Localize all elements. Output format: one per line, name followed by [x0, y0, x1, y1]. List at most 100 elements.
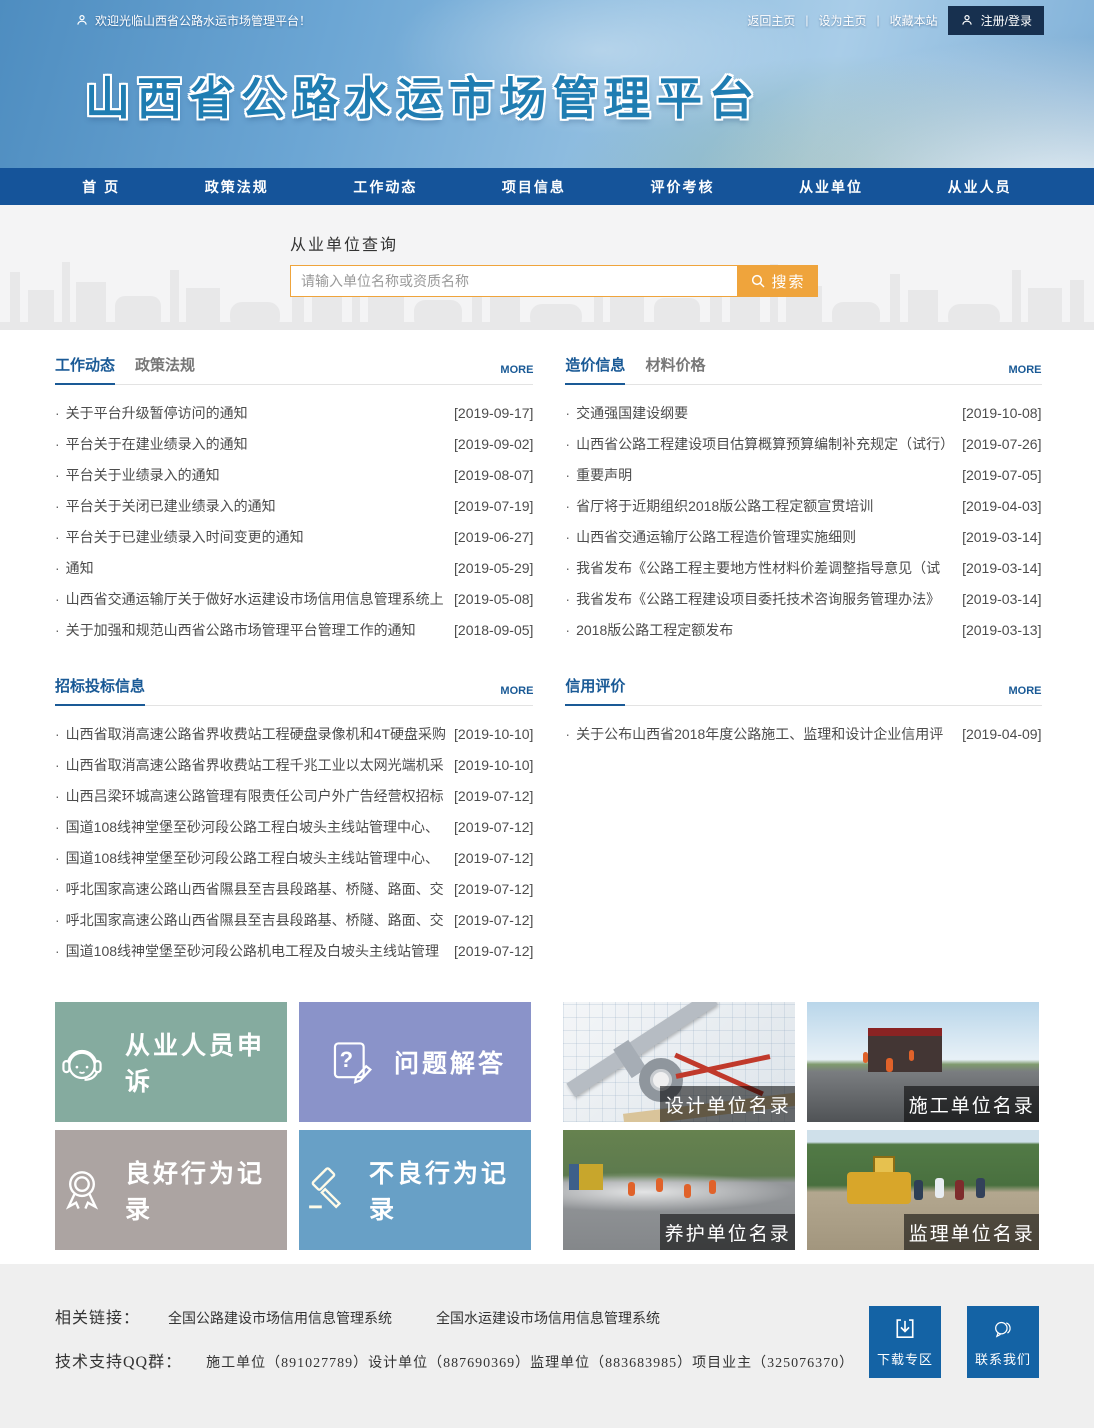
- link-set-home[interactable]: 设为主页: [817, 12, 869, 29]
- nav-item-companies[interactable]: 从业单位: [789, 177, 873, 197]
- news-title[interactable]: 我省发布《公路工程建设项目委托技术咨询服务管理办法》: [576, 589, 954, 609]
- link-return-home[interactable]: 返回主页: [745, 12, 797, 29]
- tab-cost-info[interactable]: 造价信息: [565, 354, 625, 385]
- news-title[interactable]: 关于加强和规范山西省公路市场管理平台管理工作的通知: [66, 620, 446, 640]
- news-title[interactable]: 国道108线神堂堡至砂河段公路工程白坡头主线站管理中心、: [66, 817, 446, 837]
- news-title[interactable]: 平台关于在建业绩录入的通知: [66, 434, 446, 454]
- news-list-item[interactable]: · 山西省公路工程建设项目估算概算预算编制补充规定（试行） [2019-07-2…: [565, 428, 1041, 459]
- news-list-item[interactable]: · 省厅将于近期组织2018版公路工程定额宣贯培训 [2019-04-03]: [565, 490, 1041, 521]
- news-list-item[interactable]: · 我省发布《公路工程建设项目委托技术咨询服务管理办法》 [2019-03-14…: [565, 583, 1041, 614]
- news-date: [2019-04-03]: [962, 498, 1041, 514]
- news-list-item[interactable]: · 呼北国家高速公路山西省隰县至吉县段路基、桥隧、路面、交 [2019-07-1…: [55, 873, 533, 904]
- bad-behavior-button[interactable]: 不良行为记录: [299, 1130, 531, 1250]
- news-title[interactable]: 通知: [66, 558, 446, 578]
- news-list-item[interactable]: · 我省发布《公路工程主要地方性材料价差调整指导意见（试 [2019-03-14…: [565, 552, 1041, 583]
- more-link[interactable]: MORE: [1009, 685, 1042, 705]
- news-list-item[interactable]: · 国道108线神堂堡至砂河段公路工程白坡头主线站管理中心、 [2019-07-…: [55, 811, 533, 842]
- bullet-icon: ·: [55, 757, 60, 773]
- link-bookmark[interactable]: 收藏本站: [888, 12, 940, 29]
- more-link[interactable]: MORE: [500, 685, 533, 705]
- news-title[interactable]: 关于公布山西省2018年度公路施工、监理和设计企业信用评: [576, 724, 954, 744]
- news-title[interactable]: 我省发布《公路工程主要地方性材料价差调整指导意见（试: [576, 558, 954, 578]
- news-list-item[interactable]: · 山西省交通运输厅公路工程造价管理实施细则 [2019-03-14]: [565, 521, 1041, 552]
- tab-credit-evaluation[interactable]: 信用评价: [565, 675, 625, 706]
- more-link[interactable]: MORE: [1009, 364, 1042, 384]
- news-list-item[interactable]: · 交通强国建设纲要 [2019-10-08]: [565, 397, 1041, 428]
- bullet-icon: ·: [55, 405, 60, 421]
- nav-item-projects[interactable]: 项目信息: [492, 177, 576, 197]
- directory-maintenance-units[interactable]: 养护单位名录: [563, 1130, 795, 1250]
- news-title[interactable]: 重要声明: [576, 465, 954, 485]
- personnel-appeal-button[interactable]: 从业人员申诉: [55, 1002, 287, 1122]
- bullet-icon: ·: [565, 560, 570, 576]
- bullet-icon: ·: [55, 529, 60, 545]
- news-list-item[interactable]: · 关于平台升级暂停访问的通知 [2019-09-17]: [55, 397, 533, 428]
- news-list-item[interactable]: · 平台关于业绩录入的通知 [2019-08-07]: [55, 459, 533, 490]
- news-title[interactable]: 2018版公路工程定额发布: [576, 620, 954, 640]
- news-list-item[interactable]: · 2018版公路工程定额发布 [2019-03-13]: [565, 614, 1041, 645]
- tab-work-news[interactable]: 工作动态: [55, 354, 115, 385]
- search-input[interactable]: [290, 265, 738, 297]
- directory-supervision-units[interactable]: 监理单位名录: [807, 1130, 1039, 1250]
- news-title[interactable]: 关于平台升级暂停访问的通知: [66, 403, 446, 423]
- tab-bidding-info[interactable]: 招标投标信息: [55, 675, 145, 706]
- bullet-icon: ·: [55, 467, 60, 483]
- contact-us-button[interactable]: 联系我们: [967, 1306, 1039, 1378]
- chat-bubbles-icon: [990, 1316, 1016, 1342]
- news-title[interactable]: 平台关于已建业绩录入时间变更的通知: [66, 527, 446, 547]
- news-date: [2019-10-10]: [454, 726, 533, 742]
- directory-construction-units[interactable]: 施工单位名录: [807, 1002, 1039, 1122]
- nav-item-personnel[interactable]: 从业人员: [938, 177, 1022, 197]
- download-zone-button[interactable]: 下载专区: [869, 1306, 941, 1378]
- news-list-item[interactable]: · 山西吕梁环城高速公路管理有限责任公司户外广告经营权招标 [2019-07-1…: [55, 780, 533, 811]
- nav-item-evaluation[interactable]: 评价考核: [640, 177, 724, 197]
- news-title[interactable]: 国道108线神堂堡至砂河段公路工程白坡头主线站管理中心、: [66, 848, 446, 868]
- news-title[interactable]: 呼北国家高速公路山西省隰县至吉县段路基、桥隧、路面、交: [66, 910, 446, 930]
- tab-policies[interactable]: 政策法规: [135, 354, 195, 384]
- news-date: [2019-07-12]: [454, 912, 533, 928]
- news-title[interactable]: 平台关于关闭已建业绩录入的通知: [66, 496, 446, 516]
- nav-item-work-news[interactable]: 工作动态: [343, 177, 427, 197]
- link-national-waterway-credit-system[interactable]: 全国水运建设市场信用信息管理系统: [436, 1308, 660, 1328]
- news-list-item[interactable]: · 山西省取消高速公路省界收费站工程千兆工业以太网光端机采 [2019-10-1…: [55, 749, 533, 780]
- news-list-item[interactable]: · 呼北国家高速公路山西省隰县至吉县段路基、桥隧、路面、交 [2019-07-1…: [55, 904, 533, 935]
- news-list-item[interactable]: · 重要声明 [2019-07-05]: [565, 459, 1041, 490]
- header-banner: 欢迎光临山西省公路水运市场管理平台！ 返回主页| 设为主页| 收藏本站 注册/登…: [0, 0, 1094, 168]
- news-title[interactable]: 省厅将于近期组织2018版公路工程定额宣贯培训: [576, 496, 954, 516]
- news-list-item[interactable]: · 平台关于关闭已建业绩录入的通知 [2019-07-19]: [55, 490, 533, 521]
- more-link[interactable]: MORE: [500, 364, 533, 384]
- bullet-icon: ·: [55, 881, 60, 897]
- news-date: [2019-07-12]: [454, 881, 533, 897]
- good-behavior-button[interactable]: 良好行为记录: [55, 1130, 287, 1250]
- news-title[interactable]: 交通强国建设纲要: [576, 403, 954, 423]
- news-list-item[interactable]: · 平台关于已建业绩录入时间变更的通知 [2019-06-27]: [55, 521, 533, 552]
- news-list-item[interactable]: · 山西省取消高速公路省界收费站工程硬盘录像机和4T硬盘采购 [2019-10-…: [55, 718, 533, 749]
- news-title[interactable]: 山西省交通运输厅公路工程造价管理实施细则: [576, 527, 954, 547]
- news-list-item[interactable]: · 平台关于在建业绩录入的通知 [2019-09-02]: [55, 428, 533, 459]
- news-title[interactable]: 国道108线神堂堡至砂河段公路机电工程及白坡头主线站管理: [66, 941, 446, 961]
- news-title[interactable]: 山西省公路工程建设项目估算概算预算编制补充规定（试行）: [576, 434, 954, 454]
- worker-shape: [863, 1052, 868, 1063]
- news-list-item[interactable]: · 国道108线神堂堡至砂河段公路工程白坡头主线站管理中心、 [2019-07-…: [55, 842, 533, 873]
- search-button[interactable]: 搜索: [738, 265, 818, 297]
- news-list-item[interactable]: · 国道108线神堂堡至砂河段公路机电工程及白坡头主线站管理 [2019-07-…: [55, 935, 533, 966]
- question-answer-button[interactable]: ? 问题解答: [299, 1002, 531, 1122]
- bullet-icon: ·: [565, 498, 570, 514]
- link-national-highway-credit-system[interactable]: 全国公路建设市场信用信息管理系统: [168, 1308, 392, 1328]
- news-list-item[interactable]: · 关于加强和规范山西省公路市场管理平台管理工作的通知 [2018-09-05]: [55, 614, 533, 645]
- tab-material-prices[interactable]: 材料价格: [645, 354, 705, 384]
- directory-design-units[interactable]: 设计单位名录: [563, 1002, 795, 1122]
- nav-item-policies[interactable]: 政策法规: [195, 177, 279, 197]
- news-title[interactable]: 平台关于业绩录入的通知: [66, 465, 446, 485]
- news-list-item[interactable]: · 通知 [2019-05-29]: [55, 552, 533, 583]
- register-login-button[interactable]: 注册/登录: [948, 6, 1044, 35]
- news-title[interactable]: 山西吕梁环城高速公路管理有限责任公司户外广告经营权招标: [66, 786, 446, 806]
- question-pencil-icon: ?: [324, 1035, 378, 1089]
- news-title[interactable]: 山西省取消高速公路省界收费站工程千兆工业以太网光端机采: [66, 755, 446, 775]
- news-title[interactable]: 呼北国家高速公路山西省隰县至吉县段路基、桥隧、路面、交: [66, 879, 446, 899]
- nav-item-home[interactable]: 首 页: [72, 177, 130, 197]
- news-list-item[interactable]: · 关于公布山西省2018年度公路施工、监理和设计企业信用评 [2019-04-…: [565, 718, 1041, 749]
- news-list-item[interactable]: · 山西省交通运输厅关于做好水运建设市场信用信息管理系统上 [2019-05-0…: [55, 583, 533, 614]
- news-title[interactable]: 山西省取消高速公路省界收费站工程硬盘录像机和4T硬盘采购: [66, 724, 446, 744]
- news-title[interactable]: 山西省交通运输厅关于做好水运建设市场信用信息管理系统上: [66, 589, 446, 609]
